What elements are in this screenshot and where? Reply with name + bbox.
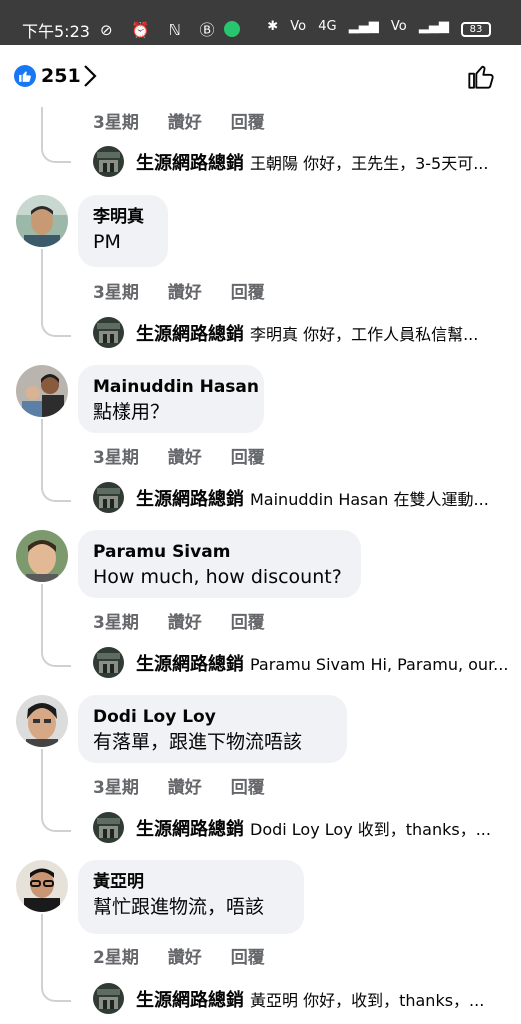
page-avatar[interactable]	[93, 146, 124, 177]
comment-bubble[interactable]: 李明真 PM	[78, 195, 168, 267]
signal-icon: ▂▄▆	[348, 19, 379, 34]
reply-item[interactable]: 生源網路總銷 王朝陽 你好，王先生，3-5天可...	[93, 146, 513, 178]
page-avatar[interactable]	[93, 983, 124, 1014]
comment-actions: 2星期 讚好 回覆	[93, 943, 288, 968]
thread-connector	[41, 107, 71, 163]
commenter-avatar[interactable]	[16, 365, 68, 417]
comment-actions: 3星期 讚好 回覆	[93, 278, 288, 303]
reply-item[interactable]: 生源網路總銷 黃亞明 你好，收到，thanks，...	[93, 983, 513, 1015]
reply-link[interactable]: 回覆	[231, 283, 265, 303]
like-link[interactable]: 讚好	[168, 778, 202, 798]
commenter-avatar[interactable]	[16, 695, 68, 747]
signal-icon-2: ▂▄▆	[418, 19, 449, 34]
reply-text: 生源網路總銷 Mainuddin Hasan 在雙人運動...	[136, 485, 511, 511]
reply-author[interactable]: 生源網路總銷	[136, 990, 244, 1011]
comment-author[interactable]: 黃亞明	[93, 870, 289, 894]
comment-timestamp[interactable]: 3星期	[93, 113, 139, 133]
comment-author[interactable]: Dodi Loy Loy	[93, 705, 332, 729]
network-type: 4G	[318, 19, 337, 34]
reply-link[interactable]: 回覆	[231, 613, 265, 633]
comment-author[interactable]: 李明真	[93, 205, 153, 229]
reply-text: 生源網路總銷 黃亞明 你好，收到，thanks，...	[136, 986, 511, 1012]
volte-icon-2: Vo	[390, 19, 407, 34]
comment-timestamp[interactable]: 3星期	[93, 448, 139, 468]
commenter-avatar[interactable]	[16, 195, 68, 247]
comment-timestamp[interactable]: 3星期	[93, 778, 139, 798]
comment-text: How much, how discount?	[93, 566, 342, 588]
page-avatar[interactable]	[93, 317, 124, 348]
comment-text: 點樣用？	[93, 401, 170, 423]
reply-message: Dodi Loy Loy 收到，thanks，...	[250, 820, 491, 839]
comment-author[interactable]: Mainuddin Hasan	[93, 375, 259, 399]
reply-author[interactable]: 生源網路總銷	[136, 489, 244, 510]
commenter-avatar[interactable]	[16, 530, 68, 582]
reply-text: 生源網路總銷 Paramu Sivam Hi, Paramu, our...	[136, 650, 511, 676]
reply-link[interactable]: 回覆	[231, 778, 265, 798]
status-bar: 下午5:23 ⊘ ⏰ ℕ Ⓑ ✱ Vo 4G ▂▄▆ Vo ▂▄▆ 83	[0, 0, 521, 45]
thread-connector	[41, 419, 71, 502]
reply-author[interactable]: 生源網路總銷	[136, 819, 244, 840]
status-notification-icons: ⊘ ⏰ ℕ Ⓑ	[100, 21, 222, 39]
comment-timestamp[interactable]: 3星期	[93, 613, 139, 633]
comment-bubble[interactable]: Paramu Sivam How much, how discount?	[78, 530, 361, 598]
thread-connector	[41, 249, 71, 337]
like-link[interactable]: 讚好	[168, 113, 202, 133]
thread-connector	[41, 584, 71, 667]
reply-author[interactable]: 生源網路總銷	[136, 153, 244, 174]
reaction-count[interactable]: 251	[41, 65, 81, 87]
reply-message: Mainuddin Hasan 在雙人運動...	[250, 490, 489, 509]
reply-item[interactable]: 生源網路總銷 李明真 你好，工作人員私信幫...	[93, 317, 513, 349]
reply-link[interactable]: 回覆	[231, 948, 265, 968]
reply-item[interactable]: 生源網路總銷 Dodi Loy Loy 收到，thanks，...	[93, 812, 513, 844]
like-reaction-icon[interactable]	[14, 65, 36, 87]
like-link[interactable]: 讚好	[168, 948, 202, 968]
battery-icon: 83	[461, 22, 491, 37]
chevron-right-icon[interactable]	[82, 64, 98, 88]
comment-actions: 3星期 讚好 回覆	[93, 108, 288, 133]
thread-connector	[41, 749, 71, 832]
comment-bubble[interactable]: Mainuddin Hasan 點樣用？	[78, 365, 264, 433]
volte-icon: Vo	[290, 19, 307, 34]
reply-item[interactable]: 生源網路總銷 Mainuddin Hasan 在雙人運動...	[93, 482, 513, 514]
comment-text: 有落單，跟進下物流唔該	[93, 731, 303, 753]
reply-message: 王朝陽 你好，王先生，3-5天可...	[250, 154, 489, 173]
like-link[interactable]: 讚好	[168, 283, 202, 303]
page-avatar[interactable]	[93, 647, 124, 678]
reply-text: 生源網路總銷 李明真 你好，工作人員私信幫...	[136, 320, 511, 346]
reply-link[interactable]: 回覆	[231, 448, 265, 468]
comment-actions: 3星期 讚好 回覆	[93, 773, 288, 798]
comment-author[interactable]: Paramu Sivam	[93, 540, 346, 564]
comment-text: 幫忙跟進物流，唔該	[93, 896, 265, 918]
comment-bubble[interactable]: Dodi Loy Loy 有落單，跟進下物流唔該	[78, 695, 347, 763]
status-icons: ⊘ ⏰ ℕ Ⓑ	[100, 19, 240, 40]
like-link[interactable]: 讚好	[168, 448, 202, 468]
shield-icon	[223, 21, 240, 37]
bluetooth-icon: ✱	[267, 19, 279, 34]
status-right: ✱ Vo 4G ▂▄▆ Vo ▂▄▆ 83	[259, 19, 491, 37]
status-time: 下午5:23	[22, 22, 90, 41]
comment-actions: 3星期 讚好 回覆	[93, 443, 288, 468]
like-link[interactable]: 讚好	[168, 613, 202, 633]
comment-actions: 3星期 讚好 回覆	[93, 608, 288, 633]
page-avatar[interactable]	[93, 482, 124, 513]
reply-link[interactable]: 回覆	[231, 113, 265, 133]
reply-text: 生源網路總銷 Dodi Loy Loy 收到，thanks，...	[136, 815, 511, 841]
reply-message: Paramu Sivam Hi, Paramu, our...	[250, 655, 509, 674]
comment-bubble[interactable]: 黃亞明 幫忙跟進物流，唔該	[78, 860, 304, 934]
reply-author[interactable]: 生源網路總銷	[136, 324, 244, 345]
reply-author[interactable]: 生源網路總銷	[136, 654, 244, 675]
reactions-header: 251	[0, 45, 521, 107]
commenter-avatar[interactable]	[16, 860, 68, 912]
page-avatar[interactable]	[93, 812, 124, 843]
comment-timestamp[interactable]: 2星期	[93, 948, 139, 968]
comment-text: PM	[93, 231, 121, 253]
reply-text: 生源網路總銷 王朝陽 你好，王先生，3-5天可...	[136, 149, 511, 175]
like-button-icon[interactable]	[467, 62, 495, 90]
comment-timestamp[interactable]: 3星期	[93, 283, 139, 303]
reply-message: 黃亞明 你好，收到，thanks，...	[250, 991, 485, 1010]
thread-connector	[41, 914, 71, 1002]
reply-item[interactable]: 生源網路總銷 Paramu Sivam Hi, Paramu, our...	[93, 647, 513, 679]
reply-message: 李明真 你好，工作人員私信幫...	[250, 325, 479, 344]
